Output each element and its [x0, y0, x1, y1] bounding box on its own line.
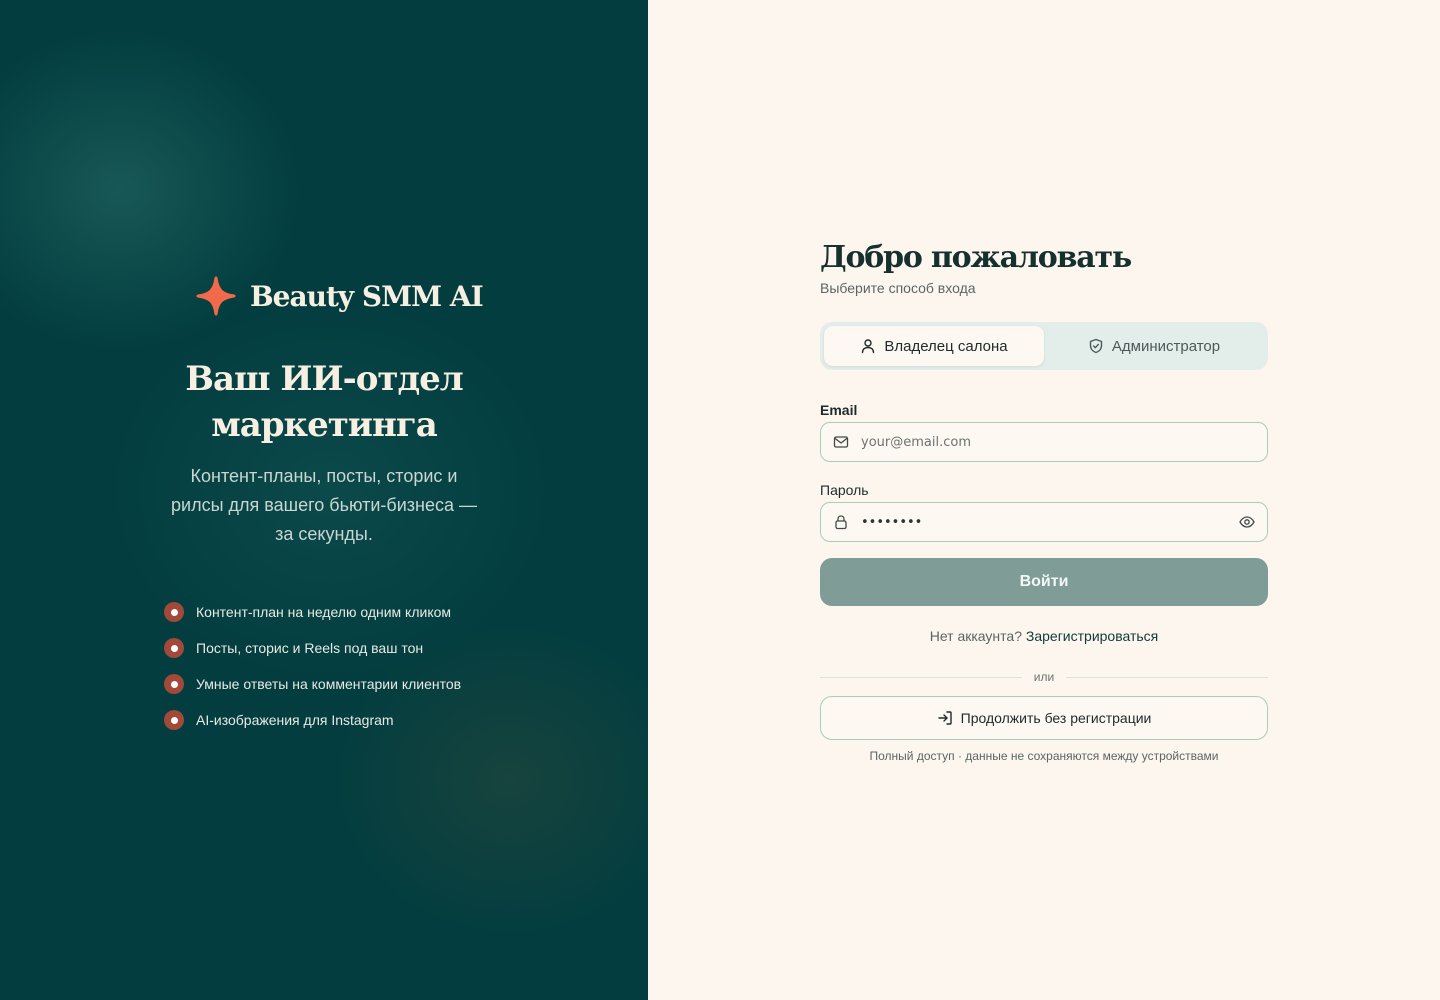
feature-text: Контент-план на неделю одним кликом: [196, 604, 452, 620]
email-label: Email: [820, 402, 858, 418]
password-input[interactable]: [861, 514, 1239, 530]
tab-administrator[interactable]: Администратор: [1044, 326, 1264, 366]
password-field[interactable]: [820, 502, 1268, 542]
divider-text: или: [1033, 670, 1055, 684]
feature-text: AI-изображения для Instagram: [196, 712, 394, 728]
lock-icon: [835, 515, 847, 530]
login-form: Добро пожаловать Выберите способ входа В…: [820, 238, 1269, 763]
brand-logo: Beauty SMM AI: [196, 274, 484, 318]
login-arrow-icon: [937, 711, 952, 725]
page-subtitle: Выберите способ входа: [820, 280, 976, 296]
feature-item: Посты, сторис и Reels под ваш тон: [164, 630, 461, 666]
email-input[interactable]: [861, 434, 1255, 450]
continue-without-registration-button[interactable]: Продолжить без регистрации: [820, 696, 1268, 740]
login-button[interactable]: Войти: [820, 558, 1268, 606]
eye-icon[interactable]: [1239, 514, 1255, 530]
no-account-text: Нет аккаунта?: [929, 628, 1022, 644]
feature-text: Умные ответы на комментарии клиентов: [196, 676, 462, 692]
tab-salon-owner[interactable]: Владелец салона: [824, 326, 1044, 366]
shield-icon: [1089, 338, 1103, 354]
guest-note: Полный доступ · данные не сохраняются ме…: [869, 749, 1219, 763]
tab-label: Администратор: [1111, 337, 1221, 355]
bullet-icon: [164, 602, 184, 622]
register-prompt: Нет аккаунта? Зарегистрироваться: [820, 628, 1268, 644]
feature-list: Контент-план на неделю одним кликом Пост…: [164, 594, 461, 738]
user-icon: [862, 339, 875, 354]
login-panel: Добро пожаловать Выберите способ входа В…: [648, 0, 1440, 1000]
feature-item: AI-изображения для Instagram: [164, 702, 461, 738]
tab-label: Владелец салона: [884, 337, 1008, 355]
feature-text: Посты, сторис и Reels под ваш тон: [196, 640, 424, 656]
feature-item: Умные ответы на комментарии клиентов: [164, 666, 461, 702]
bullet-icon: [164, 638, 184, 658]
hero-headline-line2: маркетинга: [211, 405, 438, 445]
hero-headline-line1: Ваш ИИ-отдел: [185, 359, 464, 399]
guest-button-label: Продолжить без регистрации: [960, 710, 1152, 726]
divider-line: [820, 676, 1022, 678]
feature-item: Контент-план на неделю одним кликом: [164, 594, 461, 630]
divider-line: [1066, 676, 1269, 678]
page-title: Добро пожаловать: [820, 240, 1132, 275]
hero-subline: Контент-планы, посты, сторис и рилсы для…: [171, 466, 477, 544]
sparkle-star-icon: [196, 276, 236, 316]
email-field[interactable]: [820, 422, 1268, 462]
role-switch: Владелец салона Администратор: [820, 322, 1268, 370]
hero-headline: Ваш ИИ-отдел маркетинга: [0, 356, 648, 448]
bullet-icon: [164, 674, 184, 694]
password-label: Пароль: [820, 482, 869, 498]
mail-icon: [833, 436, 849, 448]
register-link[interactable]: Зарегистрироваться: [1026, 628, 1158, 644]
hero-panel: Beauty SMM AI Ваш ИИ-отдел маркетинга Ко…: [0, 0, 648, 1000]
or-divider: или: [820, 670, 1269, 684]
brand-name: Beauty SMM AI: [250, 279, 484, 313]
bullet-icon: [164, 710, 184, 730]
